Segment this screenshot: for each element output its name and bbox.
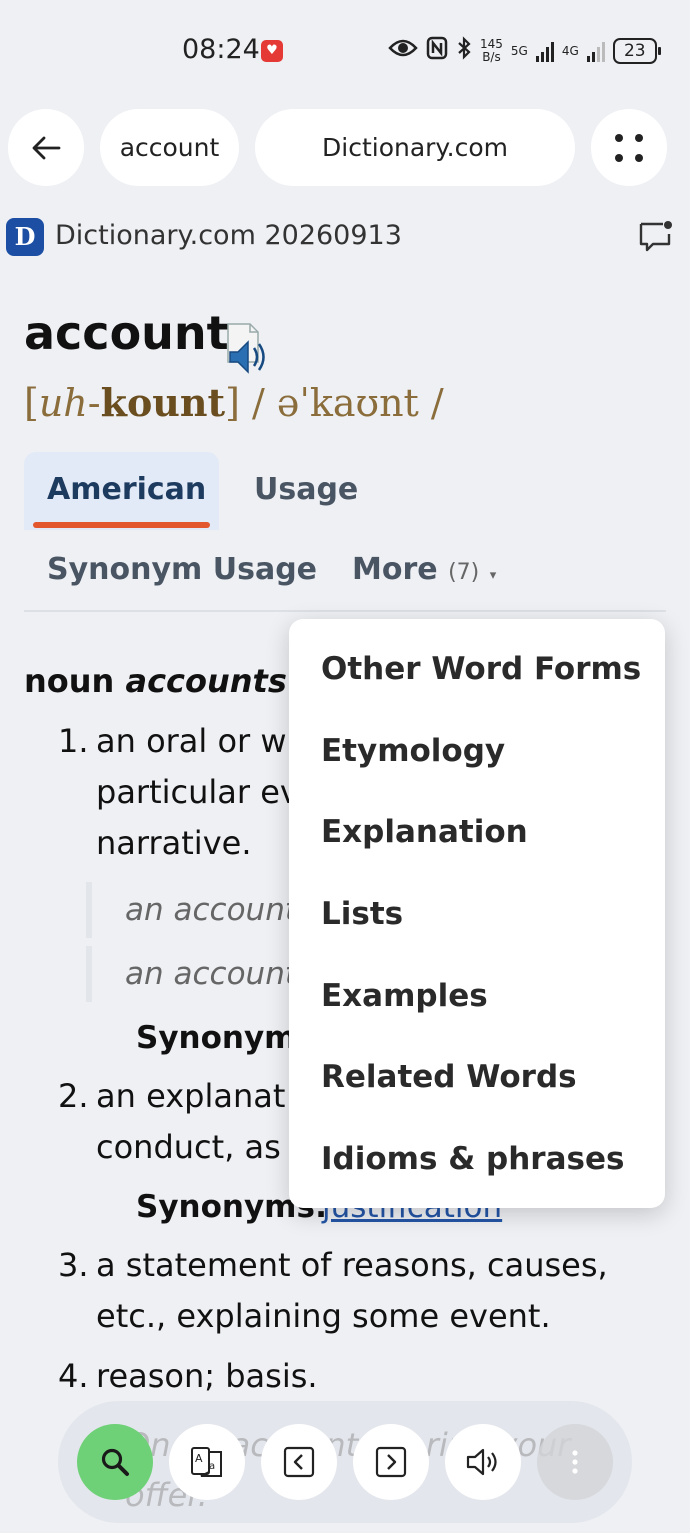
definition-line: an explanat bbox=[96, 1077, 286, 1115]
definition-line: an oral or w bbox=[96, 722, 287, 760]
pos-plural-form: accounts bbox=[125, 662, 287, 700]
caret-down-icon: ▾ bbox=[489, 568, 497, 583]
definition-text: reason; basis. bbox=[96, 1351, 318, 1402]
definition-text: an explanat conduct, as bbox=[96, 1071, 285, 1173]
net-4g-label: 4G bbox=[561, 44, 579, 58]
vertical-dots-icon bbox=[572, 1450, 578, 1474]
definition-line: narrative. bbox=[96, 824, 252, 862]
pron-syllable-1: uh bbox=[38, 381, 88, 425]
definition-number: 1. bbox=[58, 722, 89, 760]
pos-label: noun bbox=[24, 662, 115, 700]
four-dots-icon bbox=[615, 133, 643, 162]
example-sentence: an account bbox=[86, 882, 297, 938]
status-bar: 08:24 ♥ 145 B/s 5G 4G 23 bbox=[0, 0, 690, 100]
more-dropdown-menu: Other Word Forms Etymology Explanation L… bbox=[289, 619, 665, 1208]
svg-text:A: A bbox=[195, 1452, 203, 1465]
definition-number: 3. bbox=[58, 1246, 89, 1284]
feedback-icon[interactable] bbox=[638, 220, 672, 252]
search-button[interactable] bbox=[77, 1424, 153, 1500]
query-word-chip[interactable]: account bbox=[100, 109, 239, 186]
net-speed: 145 B/s bbox=[480, 38, 503, 64]
tab-american[interactable]: American bbox=[47, 472, 206, 507]
example-sentence: an account bbox=[86, 946, 297, 1002]
translate-icon: Aa bbox=[191, 1447, 222, 1477]
menu-item-etymology[interactable]: Etymology bbox=[321, 733, 505, 769]
signal-4g: 4G bbox=[562, 44, 579, 58]
definition-line: reason; basis. bbox=[96, 1357, 318, 1395]
synonyms-label: Synonym bbox=[136, 1020, 297, 1056]
menu-item-related-words[interactable]: Related Words bbox=[321, 1059, 577, 1095]
definition-text: an oral or w particular ev narrative. bbox=[96, 716, 299, 869]
status-icons: 145 B/s 5G 4G 23 bbox=[388, 36, 661, 66]
svg-text:a: a bbox=[209, 1461, 215, 1472]
menu-item-lists[interactable]: Lists bbox=[321, 896, 403, 932]
arrow-left-icon bbox=[32, 136, 61, 159]
query-word-label: account bbox=[119, 133, 220, 162]
speak-button[interactable] bbox=[445, 1424, 521, 1500]
tab-synonym-usage[interactable]: Synonym Usage bbox=[47, 552, 317, 587]
status-time: 08:24 bbox=[182, 34, 260, 65]
tab-more-count: (7) bbox=[448, 560, 480, 585]
menu-item-other-word-forms[interactable]: Other Word Forms bbox=[321, 651, 641, 687]
previous-button[interactable] bbox=[261, 1424, 337, 1500]
tab-more-label: More bbox=[352, 552, 438, 587]
translate-button[interactable]: Aa bbox=[169, 1424, 245, 1500]
bluetooth-icon bbox=[456, 36, 472, 66]
menu-button[interactable] bbox=[591, 109, 667, 186]
source-name: Dictionary.com 20260913 bbox=[55, 220, 402, 251]
menu-item-idioms-phrases[interactable]: Idioms & phrases bbox=[321, 1141, 624, 1177]
definition-line: etc., explaining some event. bbox=[96, 1297, 551, 1335]
definition-line: a statement of reasons, causes, bbox=[96, 1246, 608, 1284]
tab-more[interactable]: More (7) ▾ bbox=[352, 552, 496, 587]
definition-text: a statement of reasons, causes, etc., ex… bbox=[96, 1240, 608, 1342]
next-button[interactable] bbox=[353, 1424, 429, 1500]
headword: account bbox=[24, 306, 229, 360]
pronunciation: [uh-kount] / əˈkaʊnt / bbox=[24, 380, 444, 425]
menu-item-examples[interactable]: Examples bbox=[321, 978, 488, 1014]
eye-icon bbox=[388, 37, 418, 65]
dictionary-site-label: Dictionary.com bbox=[322, 133, 508, 162]
speaker-icon bbox=[466, 1448, 497, 1476]
part-of-speech: noun accounts bbox=[24, 662, 287, 700]
signal-5g: 5G bbox=[511, 44, 528, 58]
tabs-divider bbox=[24, 610, 666, 612]
definition-number: 4. bbox=[58, 1357, 89, 1395]
tab-usage[interactable]: Usage bbox=[254, 472, 358, 507]
menu-item-explanation[interactable]: Explanation bbox=[321, 814, 528, 850]
pron-bracket: [ bbox=[24, 381, 39, 425]
search-icon bbox=[101, 1448, 129, 1476]
battery-level: 23 bbox=[623, 41, 646, 61]
definition-line: particular ev bbox=[96, 773, 299, 811]
pron-hyphen: - bbox=[87, 381, 101, 425]
nfc-icon bbox=[426, 36, 448, 66]
definition-line: conduct, as bbox=[96, 1128, 281, 1166]
dictionary-logo-icon: D bbox=[6, 218, 44, 256]
net-5g-label: 5G bbox=[510, 44, 528, 58]
chevron-left-icon bbox=[283, 1446, 315, 1478]
dictionary-selector[interactable]: Dictionary.com bbox=[255, 109, 575, 186]
pron-syllable-2: kount bbox=[100, 380, 226, 425]
chevron-right-icon bbox=[375, 1446, 407, 1478]
pron-ipa: ] / əˈkaʊnt / bbox=[225, 381, 444, 425]
battery-icon: 23 bbox=[612, 38, 661, 64]
signal-bars-icon bbox=[535, 40, 554, 62]
app-notification-icon: ♥ bbox=[261, 40, 283, 62]
audio-icon[interactable] bbox=[224, 322, 268, 376]
signal-bars-icon bbox=[586, 40, 605, 62]
active-tab-indicator bbox=[33, 522, 210, 528]
net-speed-unit: B/s bbox=[482, 50, 501, 64]
definition-number: 2. bbox=[58, 1077, 89, 1115]
back-button[interactable] bbox=[8, 109, 84, 186]
more-options-button[interactable] bbox=[537, 1424, 613, 1500]
